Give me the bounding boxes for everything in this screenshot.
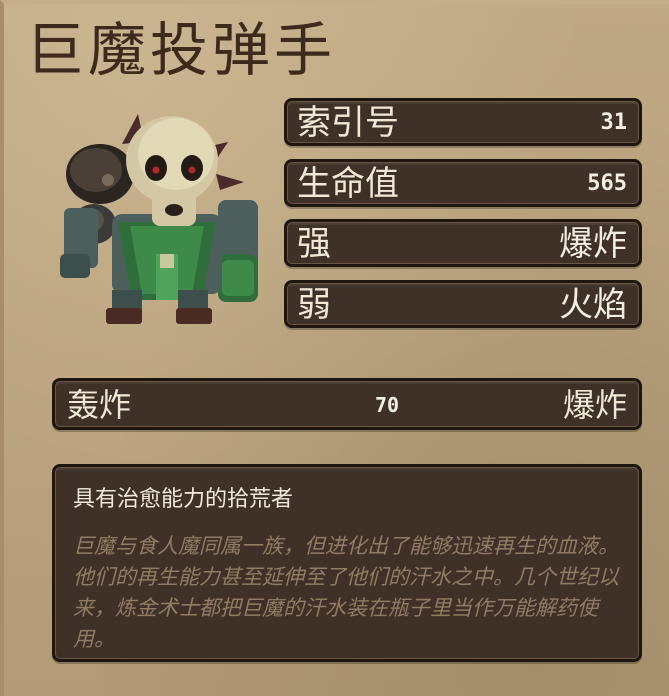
stat-value: 火焰 (559, 285, 627, 325)
stat-row-weak: 弱 火焰 (284, 280, 642, 328)
stat-row-health: 生命值 565 (284, 159, 642, 207)
stat-label: 强 (297, 224, 331, 264)
stat-label: 索引号 (297, 103, 399, 143)
bestiary-page: 巨魔投弹手 索引号 31 生命值 565 强 爆炸 弱 火焰 轰炸 70 爆炸 … (0, 0, 669, 696)
stat-value: 爆炸 (559, 224, 627, 264)
attack-element: 爆炸 (562, 386, 627, 424)
stat-label: 弱 (297, 285, 331, 325)
stat-row-strong: 强 爆炸 (284, 219, 642, 267)
attack-row: 轰炸 70 爆炸 (52, 378, 642, 430)
troll-bombardier-sprite (60, 114, 258, 324)
attack-name: 轰炸 (67, 386, 132, 424)
monster-name: 巨魔投弹手 (26, 16, 337, 84)
attack-damage: 70 (375, 393, 400, 417)
stat-value: 565 (587, 171, 627, 196)
stat-row-index: 索引号 31 (284, 98, 642, 146)
description-title: 具有治愈能力的拾荒者 (73, 487, 294, 512)
description-body: 巨魔与食人魔同属一族，但进化出了能够迅速再生的血液。他们的再生能力甚至延伸至了他… (73, 534, 619, 651)
description-box: 具有治愈能力的拾荒者 巨魔与食人魔同属一族，但进化出了能够迅速再生的血液。他们的… (52, 464, 642, 662)
stat-value: 31 (600, 110, 628, 135)
stat-label: 生命值 (297, 164, 399, 204)
